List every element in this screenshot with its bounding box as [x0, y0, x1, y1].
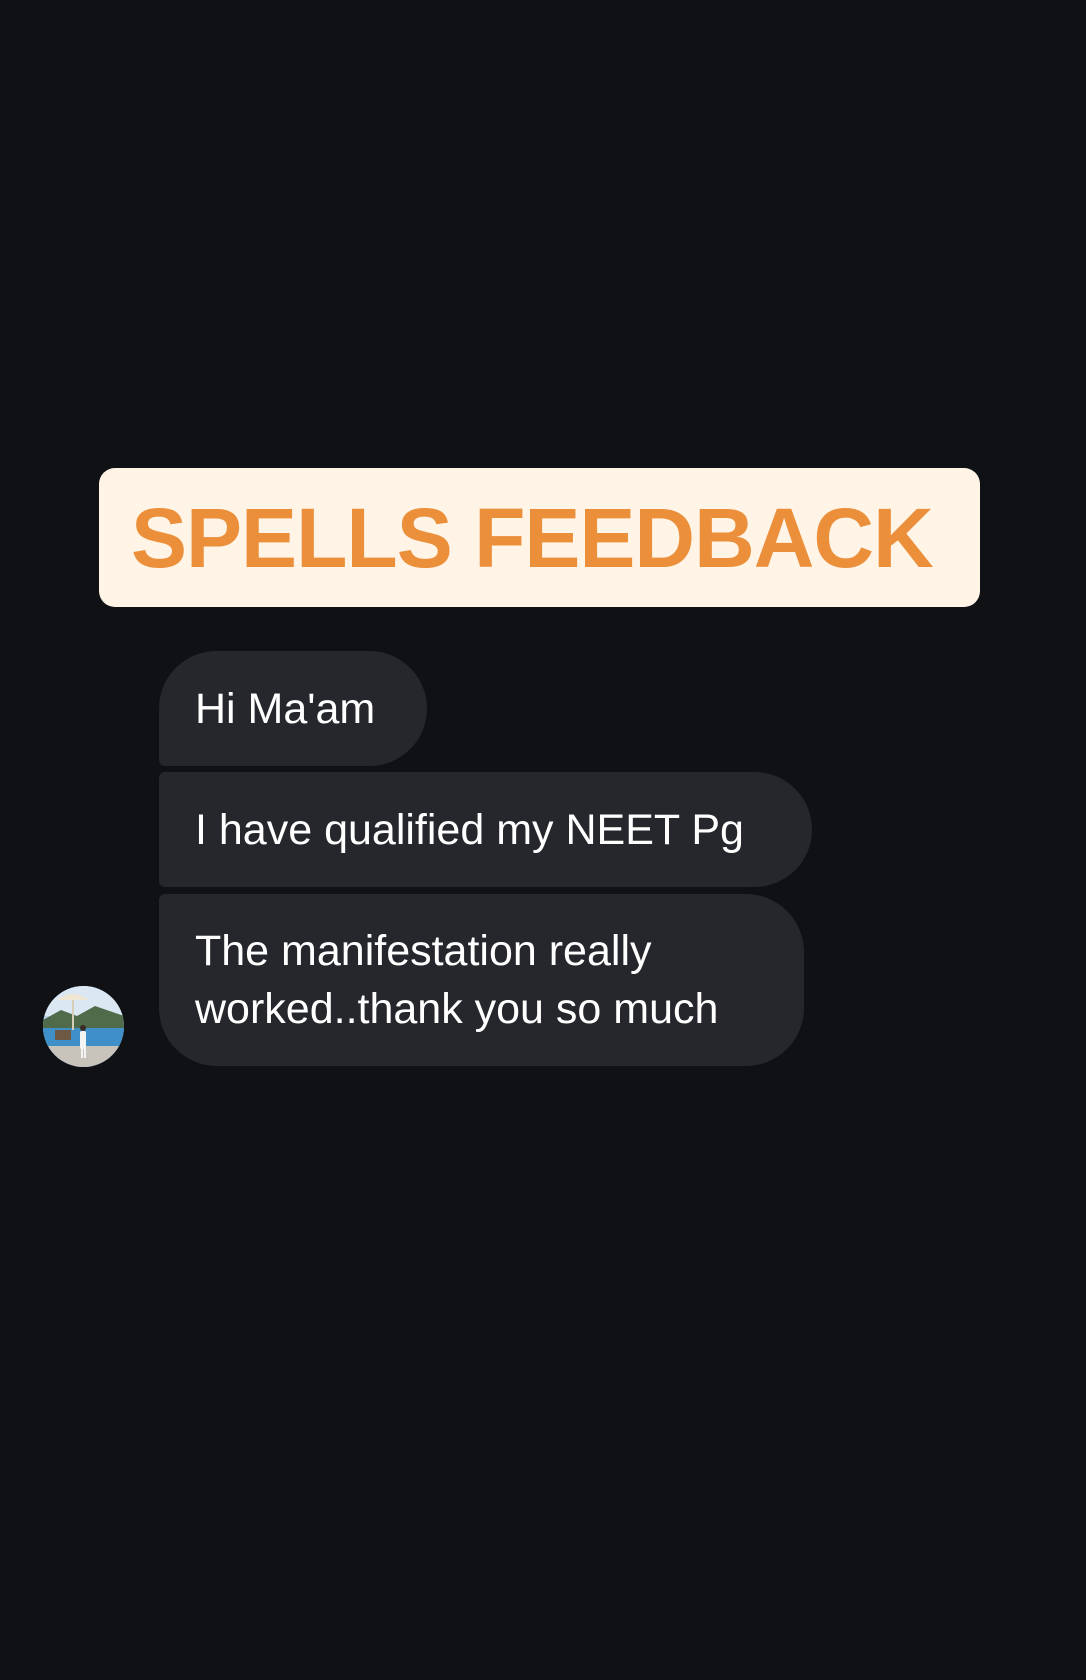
message-text-line-1: The manifestation really	[195, 927, 652, 975]
title-banner: SPELLS FEEDBACK	[99, 468, 980, 607]
message-text: I have qualified my NEET Pg	[195, 805, 744, 854]
message-bubble-1[interactable]: Hi Ma'am	[159, 651, 427, 766]
message-bubble-2[interactable]: I have qualified my NEET Pg	[159, 772, 812, 887]
message-bubble-3[interactable]: The manifestation really worked..thank y…	[159, 894, 804, 1066]
chat-screen: SPELLS FEEDBACK Hi Ma'am I have qualifie…	[0, 0, 1086, 1680]
sender-avatar[interactable]	[43, 986, 124, 1067]
profile-photo-avatar-icon	[43, 986, 124, 1067]
message-text: Hi Ma'am	[195, 684, 376, 733]
banner-title: SPELLS FEEDBACK	[131, 490, 934, 585]
message-text-line-2: worked..thank you so much	[195, 985, 719, 1033]
